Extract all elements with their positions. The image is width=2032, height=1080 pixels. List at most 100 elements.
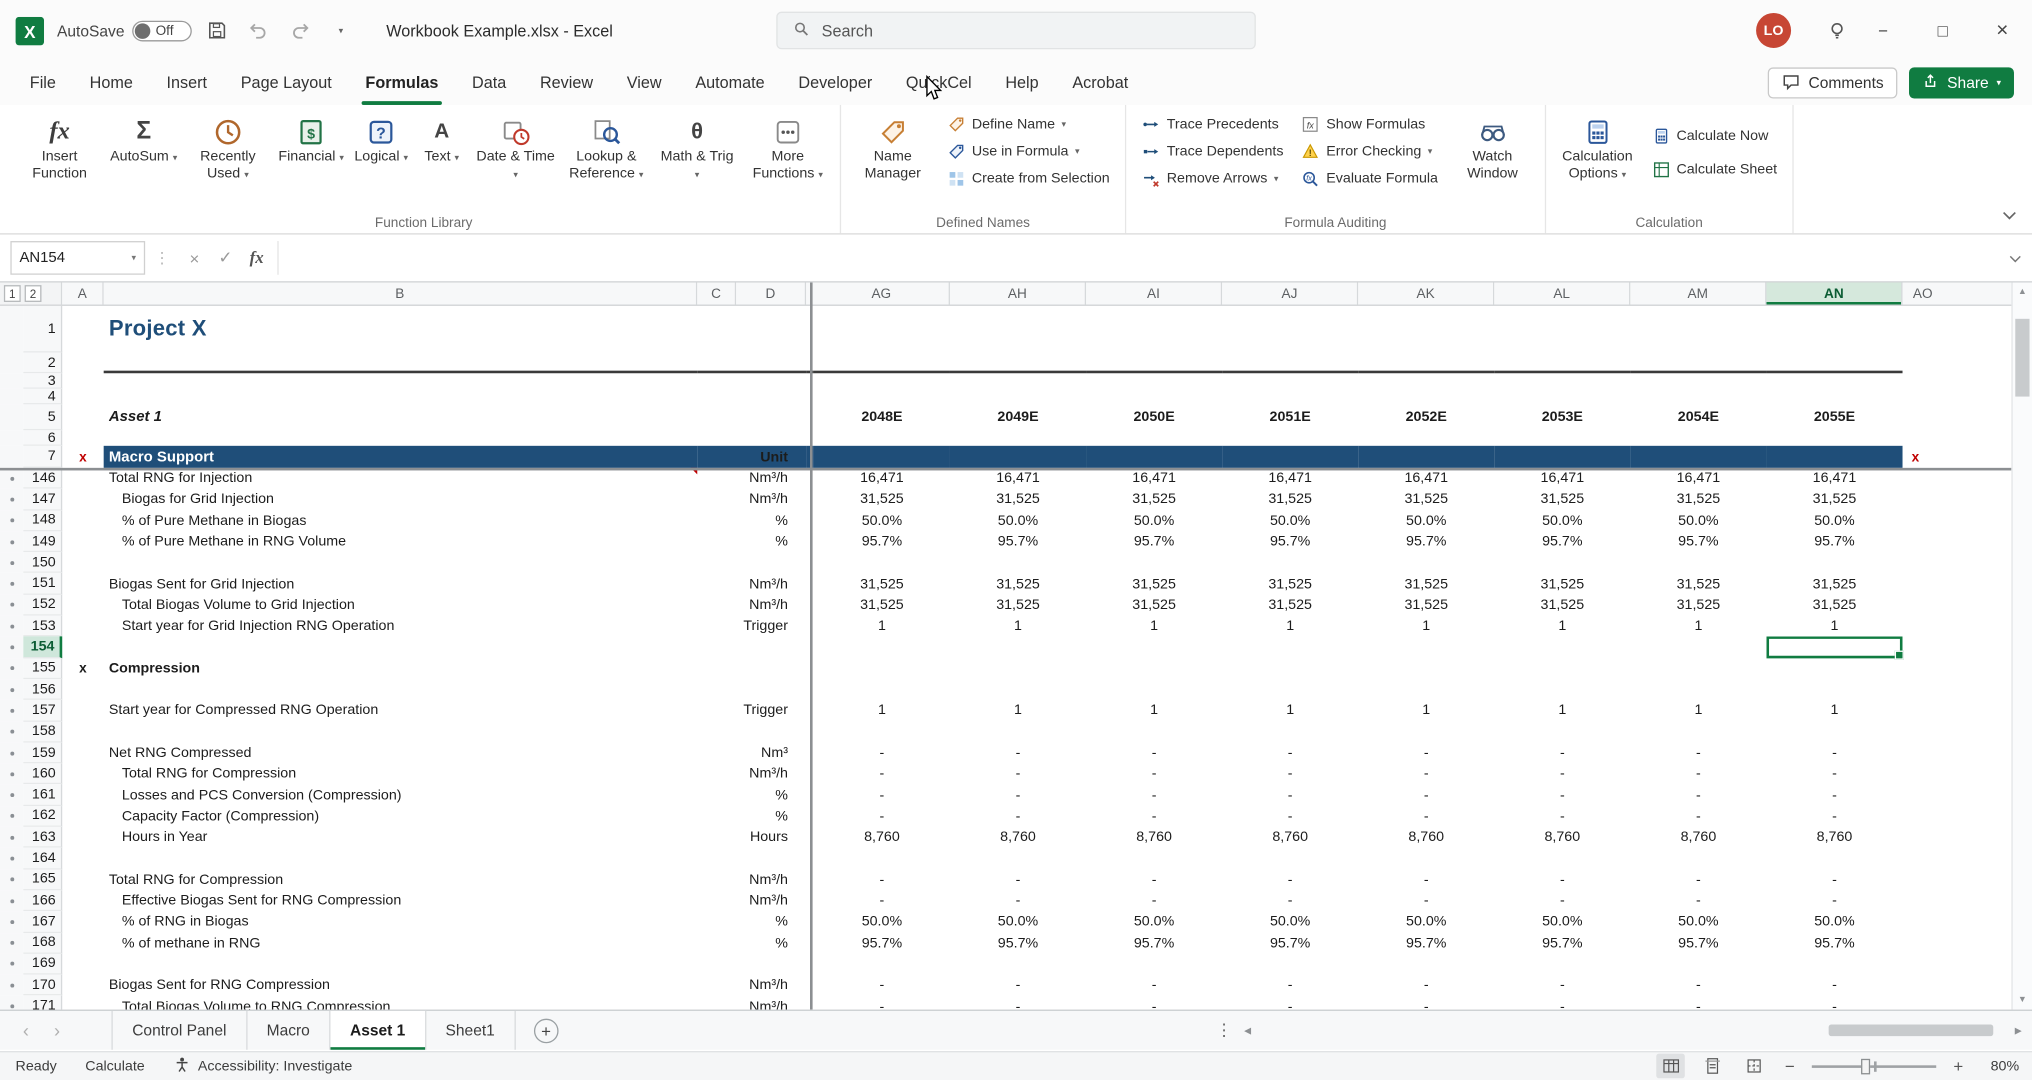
cell-AL148[interactable]: 50.0% <box>1494 510 1630 531</box>
cell-AL153[interactable]: 1 <box>1494 616 1630 637</box>
cell-AM155[interactable] <box>1630 658 1766 679</box>
cell-A150[interactable] <box>62 552 103 573</box>
cell-AH152[interactable]: 31,525 <box>950 595 1086 616</box>
name-box-dropdown-icon[interactable]: ▾ <box>132 253 137 263</box>
status-calculate[interactable]: Calculate <box>85 1058 144 1074</box>
cell-AH156[interactable] <box>950 679 1086 700</box>
cell-D171[interactable]: Nm³/h <box>697 996 806 1010</box>
cell-B7[interactable]: Macro Support <box>104 446 698 468</box>
ribbon-button-more-functions[interactable]: More Functions ▾ <box>742 109 833 184</box>
cell-D2[interactable] <box>697 353 806 374</box>
cell-AN147[interactable]: 31,525 <box>1766 489 1902 510</box>
cell-AG171[interactable]: - <box>814 996 950 1010</box>
ribbon-button-remove-arrows[interactable]: Remove Arrows▾ <box>1137 167 1289 190</box>
ribbon-button-insert-function[interactable]: fxInsert Function <box>14 109 105 182</box>
cell-AL155[interactable] <box>1494 658 1630 679</box>
cell-AM159[interactable]: - <box>1630 742 1766 763</box>
cell-B147[interactable]: Biogas for Grid Injection <box>104 489 698 510</box>
cell-AJ162[interactable]: - <box>1222 806 1358 827</box>
cell-AG5[interactable]: 2048E <box>814 404 950 430</box>
column-header-B[interactable]: B <box>104 283 698 305</box>
cell-AH159[interactable]: - <box>950 742 1086 763</box>
ribbon-button-calculation-options[interactable]: Calculation Options ▾ <box>1552 109 1643 184</box>
cell-AJ146[interactable]: 16,471 <box>1222 468 1358 489</box>
cell-AI164[interactable] <box>1086 848 1222 869</box>
cell-AI2[interactable] <box>1086 353 1222 374</box>
cell-AJ3[interactable] <box>1222 373 1358 389</box>
cell-AM158[interactable] <box>1630 721 1766 742</box>
vertical-scrollbar[interactable]: ▲ ▼ <box>2011 283 2032 1010</box>
cell-AM2[interactable] <box>1630 353 1766 374</box>
cell-AJ153[interactable]: 1 <box>1222 616 1358 637</box>
excel-logo-icon[interactable]: X <box>16 16 45 45</box>
cell-AM166[interactable]: - <box>1630 890 1766 911</box>
cell-AL162[interactable]: - <box>1494 806 1630 827</box>
cell-AN155[interactable] <box>1766 658 1902 679</box>
cell-AK149[interactable]: 95.7% <box>1358 531 1494 552</box>
cell-AJ166[interactable]: - <box>1222 890 1358 911</box>
cell-A163[interactable] <box>62 827 103 848</box>
cell-AG151[interactable]: 31,525 <box>814 573 950 594</box>
cell-B168[interactable]: % of methane in RNG <box>104 933 698 954</box>
view-normal-button[interactable] <box>1656 1054 1685 1079</box>
cell-AJ160[interactable]: - <box>1222 764 1358 785</box>
cell-AH151[interactable]: 31,525 <box>950 573 1086 594</box>
scroll-down-icon[interactable]: ▼ <box>2013 995 2032 1004</box>
cell-AL160[interactable]: - <box>1494 764 1630 785</box>
cell-B159[interactable]: Net RNG Compressed <box>104 742 698 763</box>
cell-D157[interactable]: Trigger <box>697 700 806 721</box>
cell-AN162[interactable]: - <box>1766 806 1902 827</box>
cell-A154[interactable] <box>62 637 103 658</box>
cell-AL151[interactable]: 31,525 <box>1494 573 1630 594</box>
cell-AI156[interactable] <box>1086 679 1222 700</box>
cell-AJ6[interactable] <box>1222 430 1358 446</box>
cell-A156[interactable] <box>62 679 103 700</box>
row-header-153[interactable]: 153 <box>23 616 62 637</box>
cell-B146[interactable]: Total RNG for Injection <box>104 468 698 489</box>
cell-AK6[interactable] <box>1358 430 1494 446</box>
cell-AJ7[interactable] <box>1222 446 1358 468</box>
cell-B163[interactable]: Hours in Year <box>104 827 698 848</box>
cell-AM5[interactable]: 2054E <box>1630 404 1766 430</box>
cell-AI158[interactable] <box>1086 721 1222 742</box>
cell-AL159[interactable]: - <box>1494 742 1630 763</box>
cell-A1[interactable] <box>62 306 103 353</box>
cell-D3[interactable] <box>697 373 806 389</box>
scroll-up-icon[interactable]: ▲ <box>2013 288 2032 297</box>
cell-AM157[interactable]: 1 <box>1630 700 1766 721</box>
ribbon-button-text[interactable]: AText ▾ <box>413 109 470 168</box>
cell-A151[interactable] <box>62 573 103 594</box>
cell-AL170[interactable]: - <box>1494 975 1630 996</box>
cell-AL4[interactable] <box>1494 389 1630 405</box>
cell-AN148[interactable]: 50.0% <box>1766 510 1902 531</box>
cell-AJ147[interactable]: 31,525 <box>1222 489 1358 510</box>
cell-AG4[interactable] <box>814 389 950 405</box>
cell-AH150[interactable] <box>950 552 1086 573</box>
sheet-nav-right-icon[interactable]: › <box>41 1020 72 1041</box>
cell-AG156[interactable] <box>814 679 950 700</box>
cell-AM4[interactable] <box>1630 389 1766 405</box>
cell-B153[interactable]: Start year for Grid Injection RNG Operat… <box>104 616 698 637</box>
cell-AK169[interactable] <box>1358 954 1494 975</box>
cell-A149[interactable] <box>62 531 103 552</box>
cell-AK161[interactable]: - <box>1358 785 1494 806</box>
cell-AH148[interactable]: 50.0% <box>950 510 1086 531</box>
row-header-154[interactable]: 154 <box>23 637 62 658</box>
row-header-170[interactable]: 170 <box>23 975 62 996</box>
cell-AH146[interactable]: 16,471 <box>950 468 1086 489</box>
cell-AM150[interactable] <box>1630 552 1766 573</box>
cell-AI4[interactable] <box>1086 389 1222 405</box>
cell-D6[interactable] <box>697 430 806 446</box>
row-header-167[interactable]: 167 <box>23 911 62 932</box>
close-button[interactable]: × <box>1973 0 2032 61</box>
ribbon-button-date-time[interactable]: Date & Time ▾ <box>470 109 561 184</box>
ribbon-tab-file[interactable]: File <box>13 61 73 105</box>
column-header-AN[interactable]: AN <box>1766 283 1902 305</box>
cell-A165[interactable] <box>62 869 103 890</box>
cell-A147[interactable] <box>62 489 103 510</box>
cell-AM154[interactable] <box>1630 637 1766 658</box>
cell-AK166[interactable]: - <box>1358 890 1494 911</box>
cell-A3[interactable] <box>62 373 103 389</box>
cell-D148[interactable]: % <box>697 510 806 531</box>
cell-B164[interactable] <box>104 848 698 869</box>
